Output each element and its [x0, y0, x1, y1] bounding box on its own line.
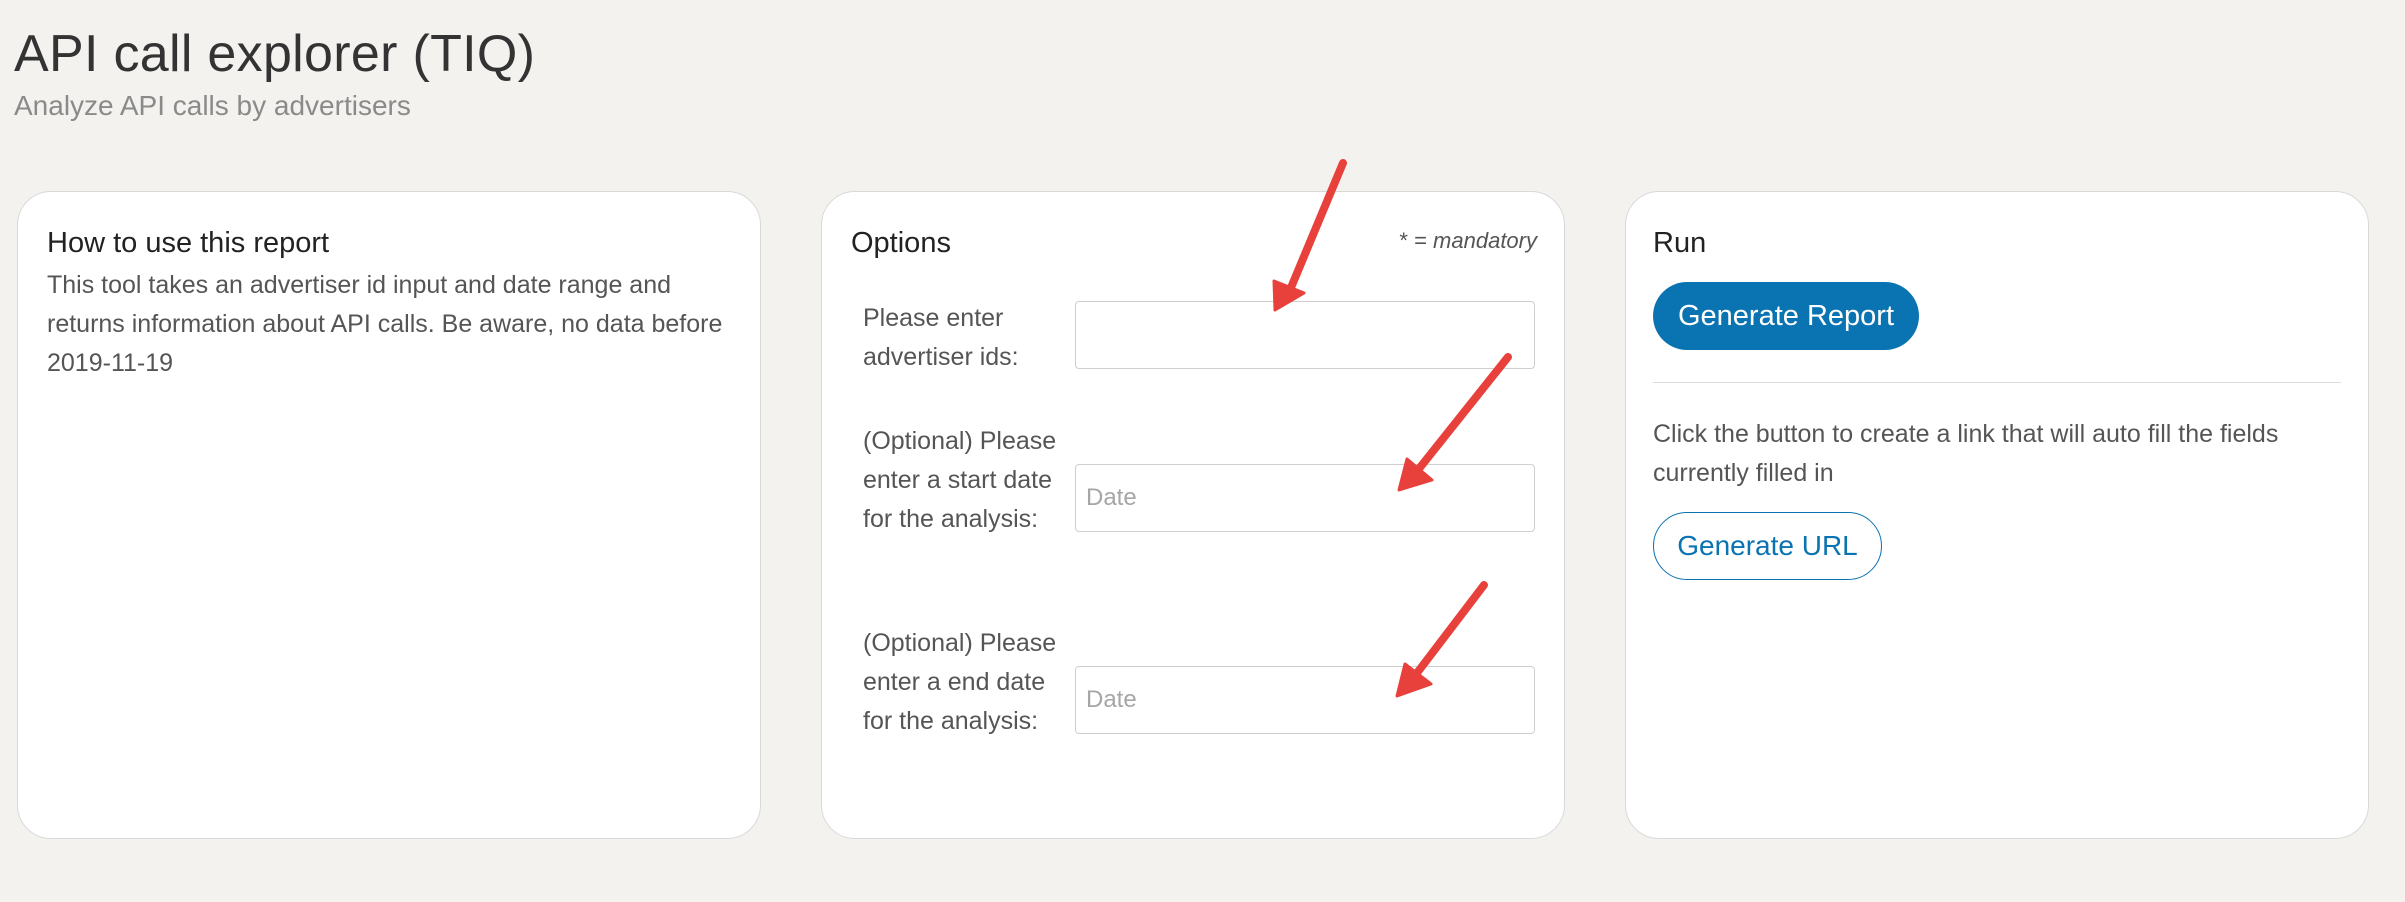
- howto-description: This tool takes an advertiser id input a…: [47, 271, 723, 377]
- end-date-label: (Optional) Please enter a end date for t…: [863, 629, 1057, 735]
- advertiser-ids-label: Please enter advertiser ids:: [863, 304, 1019, 371]
- mandatory-note: * = mandatory: [1399, 226, 1537, 256]
- howto-card: How to use this report This tool takes a…: [17, 191, 761, 839]
- howto-title: How to use this report: [47, 227, 330, 259]
- options-title: Options: [851, 227, 951, 259]
- run-card: Run Generate Report Click the button to …: [1625, 191, 2369, 839]
- advertiser-ids-input[interactable]: [1075, 301, 1535, 369]
- start-date-input[interactable]: [1075, 464, 1535, 532]
- run-divider: [1653, 382, 2341, 383]
- generate-report-button[interactable]: Generate Report: [1653, 282, 1919, 350]
- mandatory-symbol: * =: [1399, 228, 1427, 253]
- start-date-label: (Optional) Please enter a start date for…: [863, 427, 1057, 533]
- run-title: Run: [1653, 227, 1707, 259]
- generate-url-button[interactable]: Generate URL: [1653, 512, 1882, 580]
- end-date-input[interactable]: [1075, 666, 1535, 734]
- options-card: Options * = mandatory Please enter adver…: [821, 191, 1565, 839]
- page-subtitle: Analyze API calls by advertisers: [14, 90, 411, 121]
- page-title: API call explorer (TIQ): [14, 25, 536, 83]
- generate-url-description: Click the button to create a link that w…: [1653, 420, 2279, 487]
- mandatory-word: mandatory: [1433, 228, 1537, 253]
